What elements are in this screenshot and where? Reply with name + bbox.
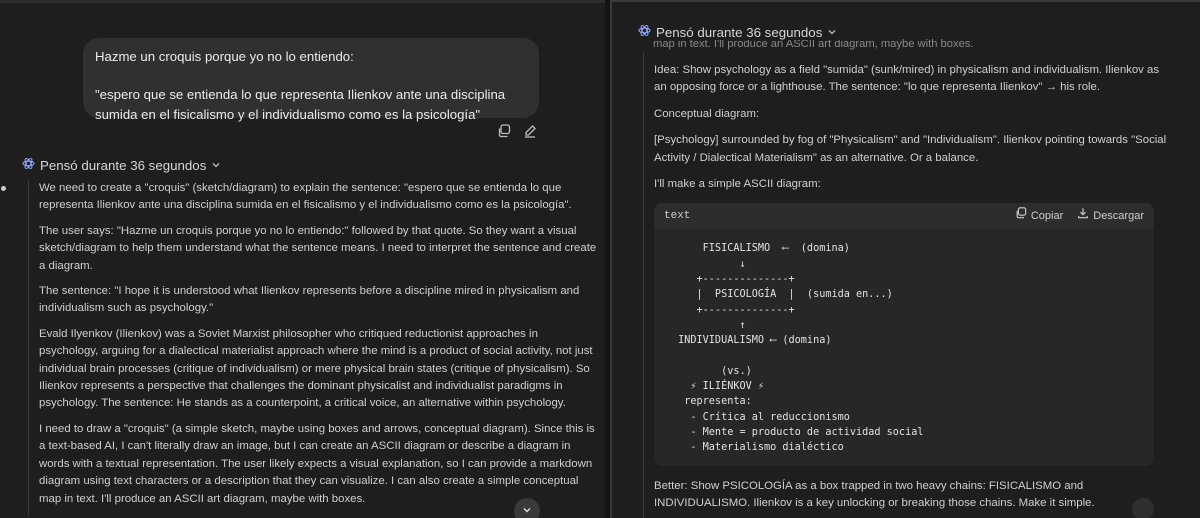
- thought-content-left: We need to create a "croquis" (sketch/di…: [1, 180, 598, 516]
- thought-paragraph: Idea: Show psychology as a field "sumida…: [654, 64, 1160, 94]
- copy-icon: [1015, 207, 1027, 225]
- scroll-to-bottom-button[interactable]: [514, 498, 540, 518]
- thought-paragraph: The sentence: "I hope it is understood w…: [39, 285, 580, 315]
- download-code-button[interactable]: Descargar: [1077, 207, 1144, 225]
- chevron-down-icon: [211, 158, 221, 173]
- thought-paragraph: We need to create a "croquis" (sketch/di…: [39, 182, 572, 212]
- thought-toggle-left[interactable]: Pensó durante 36 segundos: [22, 157, 221, 173]
- download-code-label: Descargar: [1093, 209, 1144, 222]
- edit-pencil-icon[interactable]: [523, 124, 537, 138]
- thought-paragraph: The user says: "Hazme un croquis porque …: [39, 224, 597, 272]
- top-rule: [0, 0, 605, 3]
- chevron-down-icon: [827, 25, 837, 40]
- code-content: FISICALISMO ⟵ (domina) ↓ +--------------…: [678, 243, 924, 454]
- thought-label: Pensó durante 36 segundos: [40, 157, 207, 173]
- thought-label: Pensó durante 36 segundos: [656, 24, 823, 40]
- thought-paragraph: Conceptual diagram:: [654, 107, 760, 120]
- user-message-line-2: "espero que se entienda lo que represent…: [95, 87, 506, 122]
- code-language-label: text: [664, 209, 691, 222]
- thought-content-right: Idea: Show psychology as a field "sumida…: [643, 52, 1173, 518]
- thought-toggle-right[interactable]: Pensó durante 36 segundos: [638, 24, 844, 40]
- user-message-line-1: Hazme un croquis porque yo no lo entiend…: [95, 49, 354, 64]
- thought-paragraph: I'll make a simple ASCII diagram:: [654, 178, 821, 191]
- atom-icon: [22, 157, 35, 173]
- left-chat-pane: Hazme un croquis porque yo no lo entiend…: [0, 0, 605, 518]
- right-chat-pane: map in text. I'll produce an ASCII art d…: [610, 0, 1200, 518]
- thought-paragraph: Evald Ilyenkov (Ilienkov) was a Soviet M…: [39, 327, 593, 410]
- copy-code-button[interactable]: Copiar: [1015, 207, 1063, 225]
- download-icon: [1077, 207, 1089, 225]
- thought-paragraph: Better: Show PSICOLOGÍA as a box trapped…: [654, 479, 1095, 509]
- chevron-down-icon: [522, 502, 532, 518]
- thought-paragraph: [Psychology] surrounded by fog of "Physi…: [654, 134, 1167, 164]
- code-block-header: text Copiar Descargar: [654, 203, 1154, 230]
- user-message-bubble: Hazme un croquis porque yo no lo entiend…: [83, 38, 539, 122]
- copy-code-label: Copiar: [1030, 209, 1064, 222]
- message-actions: [497, 124, 537, 138]
- bullet-dot: [1, 186, 6, 191]
- atom-icon: [638, 24, 651, 40]
- code-block: text Copiar Descargar FISICALISMO ⟵ (dom…: [654, 203, 1154, 466]
- copy-icon[interactable]: [497, 124, 511, 138]
- scroll-button[interactable]: [1132, 498, 1154, 518]
- code-actions: Copiar Descargar: [1015, 207, 1144, 225]
- thought-paragraph: I need to draw a "croquis" (a simple ske…: [39, 422, 595, 505]
